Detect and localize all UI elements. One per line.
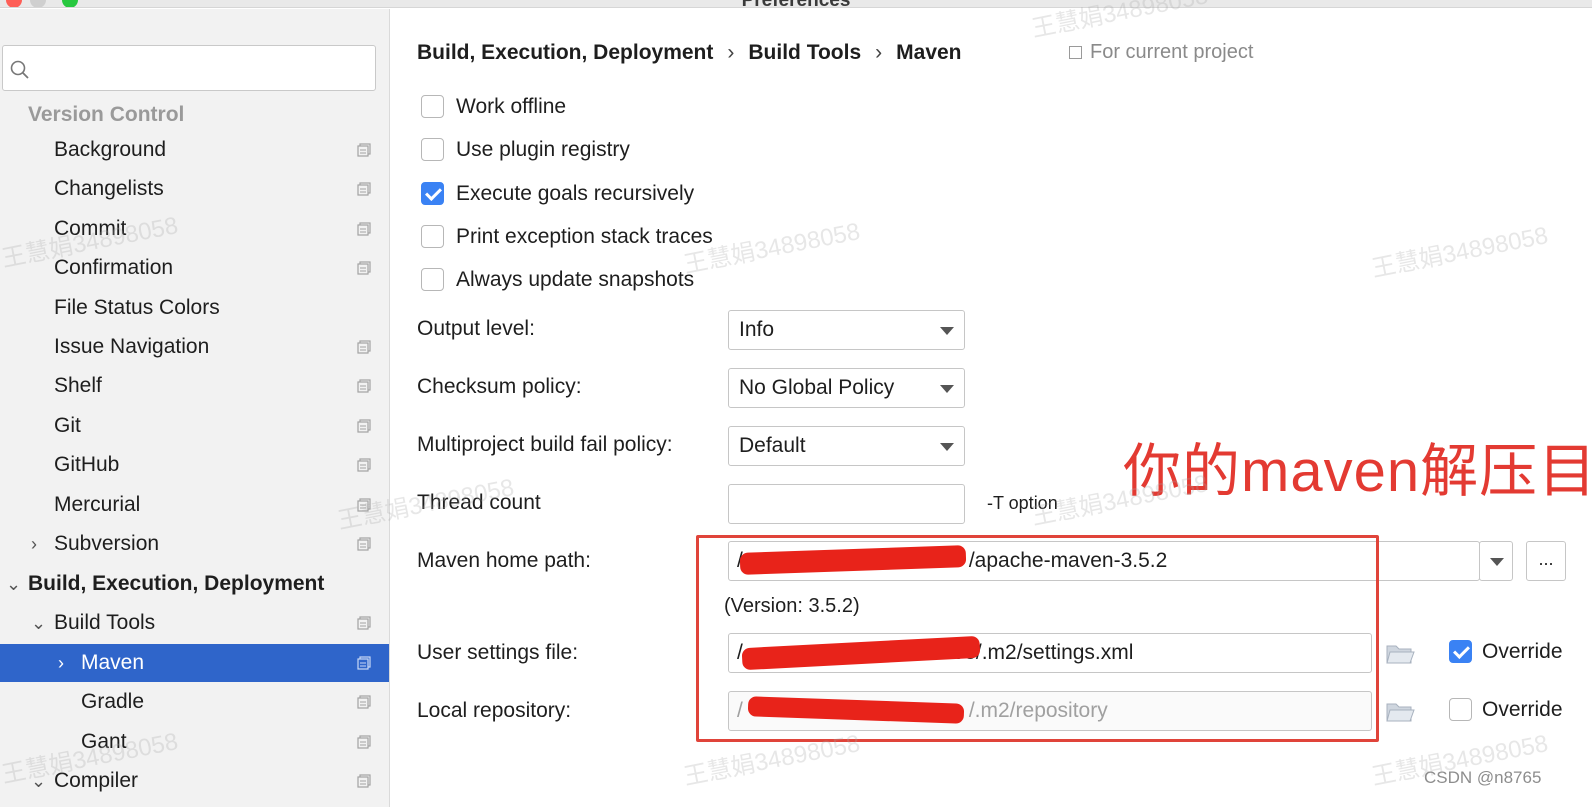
multiproject-fail-policy-select[interactable]: Default xyxy=(728,426,965,466)
local-repository-label: Local repository: xyxy=(417,699,572,722)
chevron-right-icon[interactable]: › xyxy=(31,525,37,563)
tree-item-shelf[interactable]: Shelf xyxy=(0,367,389,405)
thread-count-input[interactable] xyxy=(728,484,965,524)
tree-item-changelists[interactable]: Changelists xyxy=(0,170,389,208)
settings-sidebar: Version Control Background Changelists C… xyxy=(0,9,390,807)
project-scope-icon xyxy=(357,735,371,749)
project-scope-icon xyxy=(357,458,371,472)
checksum-policy-label: Checksum policy: xyxy=(417,375,582,398)
chevron-down-icon[interactable]: ⌄ xyxy=(31,762,46,800)
tree-item-issue-navigation[interactable]: Issue Navigation xyxy=(0,328,389,366)
project-scope-icon xyxy=(357,261,371,275)
tree-item-gant[interactable]: Gant xyxy=(0,723,389,761)
checkbox-box[interactable] xyxy=(1449,640,1472,663)
breadcrumb-item: Maven xyxy=(896,41,962,64)
tree-item-build-tools[interactable]: ⌄ Build Tools xyxy=(0,604,389,642)
tree-item-commit[interactable]: Commit xyxy=(0,210,389,248)
project-scope-icon xyxy=(357,774,371,788)
checkbox-box[interactable] xyxy=(421,95,444,118)
window-titlebar: Preferences xyxy=(0,0,1592,8)
breadcrumb-item[interactable]: Build, Execution, Deployment xyxy=(417,41,713,64)
dropdown-arrow-icon xyxy=(940,327,954,335)
checkbox-box[interactable] xyxy=(1449,698,1472,721)
scope-indicator: For current project xyxy=(1069,41,1253,64)
tree-item-git[interactable]: Git xyxy=(0,407,389,445)
project-scope-icon xyxy=(357,222,371,236)
thread-count-label: Thread count xyxy=(417,491,541,514)
tree-item-confirmation[interactable]: Confirmation xyxy=(0,249,389,287)
project-scope-icon xyxy=(357,340,371,354)
breadcrumb-item[interactable]: Build Tools xyxy=(748,41,861,64)
source-credit: CSDN @n8765 xyxy=(1424,768,1542,787)
folder-icon[interactable] xyxy=(1385,698,1415,726)
annotation-highlight-box xyxy=(696,535,1379,742)
checkbox-box[interactable] xyxy=(421,138,444,161)
breadcrumb-separator: › xyxy=(727,41,735,64)
tree-item-gradle[interactable]: Gradle xyxy=(0,683,389,721)
project-scope-icon xyxy=(357,182,371,196)
window-title: Preferences xyxy=(0,0,1592,7)
scope-label: For current project xyxy=(1090,41,1254,63)
search-icon xyxy=(10,60,29,79)
project-scope-icon xyxy=(357,695,371,709)
settings-search-input[interactable] xyxy=(2,45,376,91)
breadcrumb: Build, Execution, Deployment › Build Tools… xyxy=(417,41,962,65)
project-scope-icon xyxy=(357,537,371,551)
user-settings-label: User settings file: xyxy=(417,641,579,664)
project-scope-icon xyxy=(357,143,371,157)
maven-home-label: Maven home path: xyxy=(417,549,591,572)
checkbox-box[interactable] xyxy=(421,182,444,205)
project-scope-icon xyxy=(357,498,371,512)
project-scope-icon xyxy=(357,419,371,433)
chevron-down-icon[interactable]: ⌄ xyxy=(6,565,21,603)
folder-icon[interactable] xyxy=(1385,640,1415,668)
tree-item-build-execution-deployment[interactable]: ⌄ Build, Execution, Deployment xyxy=(0,565,389,603)
output-level-label: Output level: xyxy=(417,317,535,340)
dropdown-arrow-icon xyxy=(940,443,954,451)
tree-item-background[interactable]: Background xyxy=(0,131,389,169)
tree-item-subversion[interactable]: › Subversion xyxy=(0,525,389,563)
dropdown-arrow-icon xyxy=(940,385,954,393)
checksum-policy-select[interactable]: No Global Policy xyxy=(728,368,965,408)
tree-item-compiler[interactable]: ⌄ Compiler xyxy=(0,762,389,800)
checkbox-box[interactable] xyxy=(421,225,444,248)
maven-home-browse-button[interactable]: ... xyxy=(1526,541,1566,581)
chevron-down-icon[interactable]: ⌄ xyxy=(31,604,46,642)
tree-section-version-control[interactable]: Version Control xyxy=(0,96,389,134)
tree-item-maven[interactable]: › Maven xyxy=(0,644,389,682)
tree-item-file-status-colors[interactable]: File Status Colors xyxy=(0,289,389,327)
output-level-select[interactable]: Info xyxy=(728,310,965,350)
project-scope-icon xyxy=(357,616,371,630)
project-scope-icon xyxy=(357,656,371,670)
breadcrumb-separator: › xyxy=(875,41,883,64)
tree-item-github[interactable]: GitHub xyxy=(0,446,389,484)
chevron-right-icon[interactable]: › xyxy=(58,644,64,682)
tree-item-mercurial[interactable]: Mercurial xyxy=(0,486,389,524)
annotation-text: 你的maven解压目 xyxy=(1123,439,1592,504)
thread-count-hint: -T option xyxy=(987,493,1058,513)
maven-home-dropdown-button[interactable] xyxy=(1479,541,1513,581)
multiproject-fail-policy-label: Multiproject build fail policy: xyxy=(417,433,673,456)
project-scope-icon xyxy=(1069,46,1082,59)
project-scope-icon xyxy=(357,379,371,393)
checkbox-box[interactable] xyxy=(421,268,444,291)
